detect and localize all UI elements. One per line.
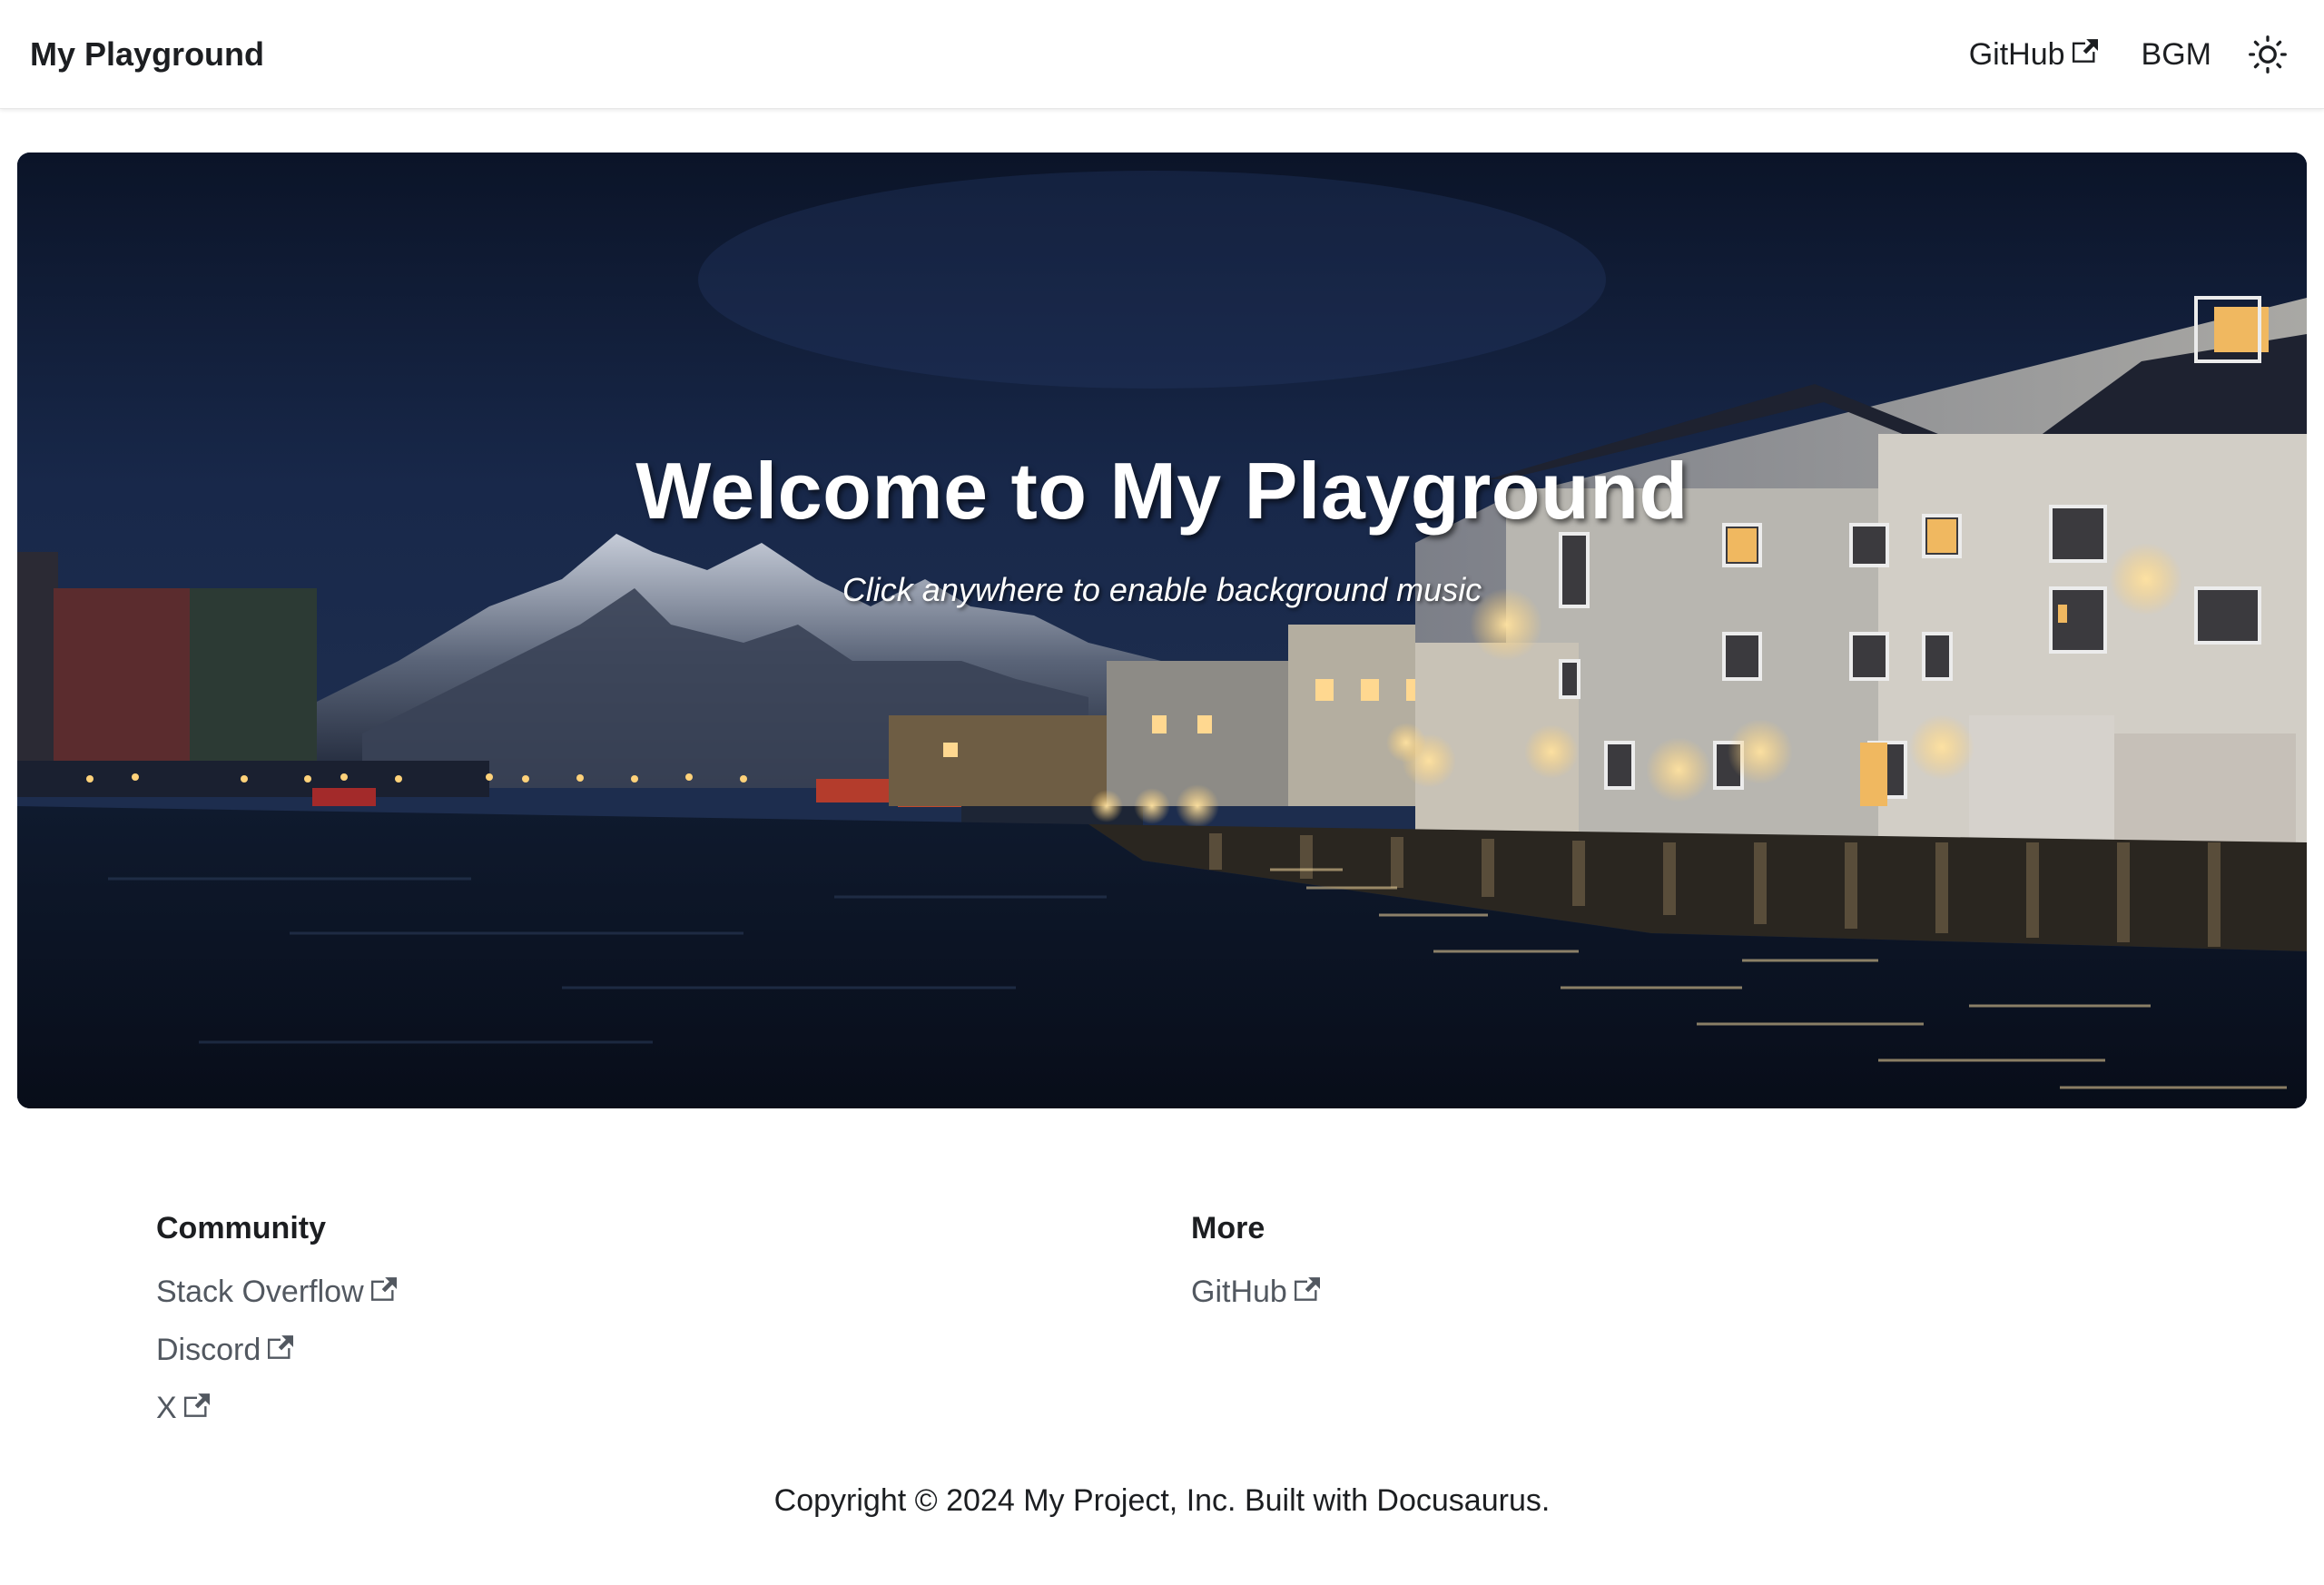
brand-title[interactable]: My Playground bbox=[30, 34, 264, 74]
footer-link-stack-overflow[interactable]: Stack Overflow bbox=[156, 1272, 397, 1312]
footer-link-discord[interactable]: Discord bbox=[156, 1330, 397, 1370]
nav-github-link[interactable]: GitHub bbox=[1969, 37, 2098, 73]
theme-toggle-button[interactable] bbox=[2240, 27, 2295, 82]
footer-column-title: Community bbox=[156, 1211, 326, 1245]
footer-column-community: Community Stack Overflow Discord X bbox=[156, 1208, 397, 1446]
external-link-icon bbox=[183, 1393, 210, 1417]
footer-link-label: GitHub bbox=[1191, 1275, 1287, 1309]
external-link-icon bbox=[268, 1335, 294, 1359]
harbor-night-scene bbox=[17, 153, 2307, 1108]
nav-github-label: GitHub bbox=[1968, 36, 2065, 72]
footer-link-x[interactable]: X bbox=[156, 1388, 397, 1428]
external-link-icon bbox=[1294, 1277, 1320, 1301]
nav-bgm-link[interactable]: BGM bbox=[2142, 37, 2211, 73]
navbar-right: GitHub BGM bbox=[1969, 0, 2324, 109]
hero-title: Welcome to My Playground bbox=[635, 446, 1689, 536]
external-link-icon bbox=[370, 1277, 397, 1301]
footer-column-title: More bbox=[1191, 1211, 1265, 1245]
hero-banner[interactable]: Welcome to My Playground Click anywhere … bbox=[17, 153, 2307, 1108]
footer-link-label: X bbox=[156, 1391, 177, 1425]
footer-link-label: Stack Overflow bbox=[156, 1275, 364, 1309]
sun-icon bbox=[2249, 35, 2287, 74]
external-link-icon bbox=[2072, 39, 2098, 63]
footer-link-github[interactable]: GitHub bbox=[1191, 1272, 1320, 1312]
hero-subtitle: Click anywhere to enable background musi… bbox=[842, 571, 1482, 608]
footer-copyright: Copyright © 2024 My Project, Inc. Built … bbox=[773, 1483, 1551, 1518]
footer-column-more: More GitHub bbox=[1191, 1208, 1320, 1330]
footer: Community Stack Overflow Discord X More … bbox=[0, 1108, 2324, 1585]
navbar: My Playground GitHub BGM bbox=[0, 0, 2324, 109]
footer-link-label: Discord bbox=[156, 1333, 261, 1367]
